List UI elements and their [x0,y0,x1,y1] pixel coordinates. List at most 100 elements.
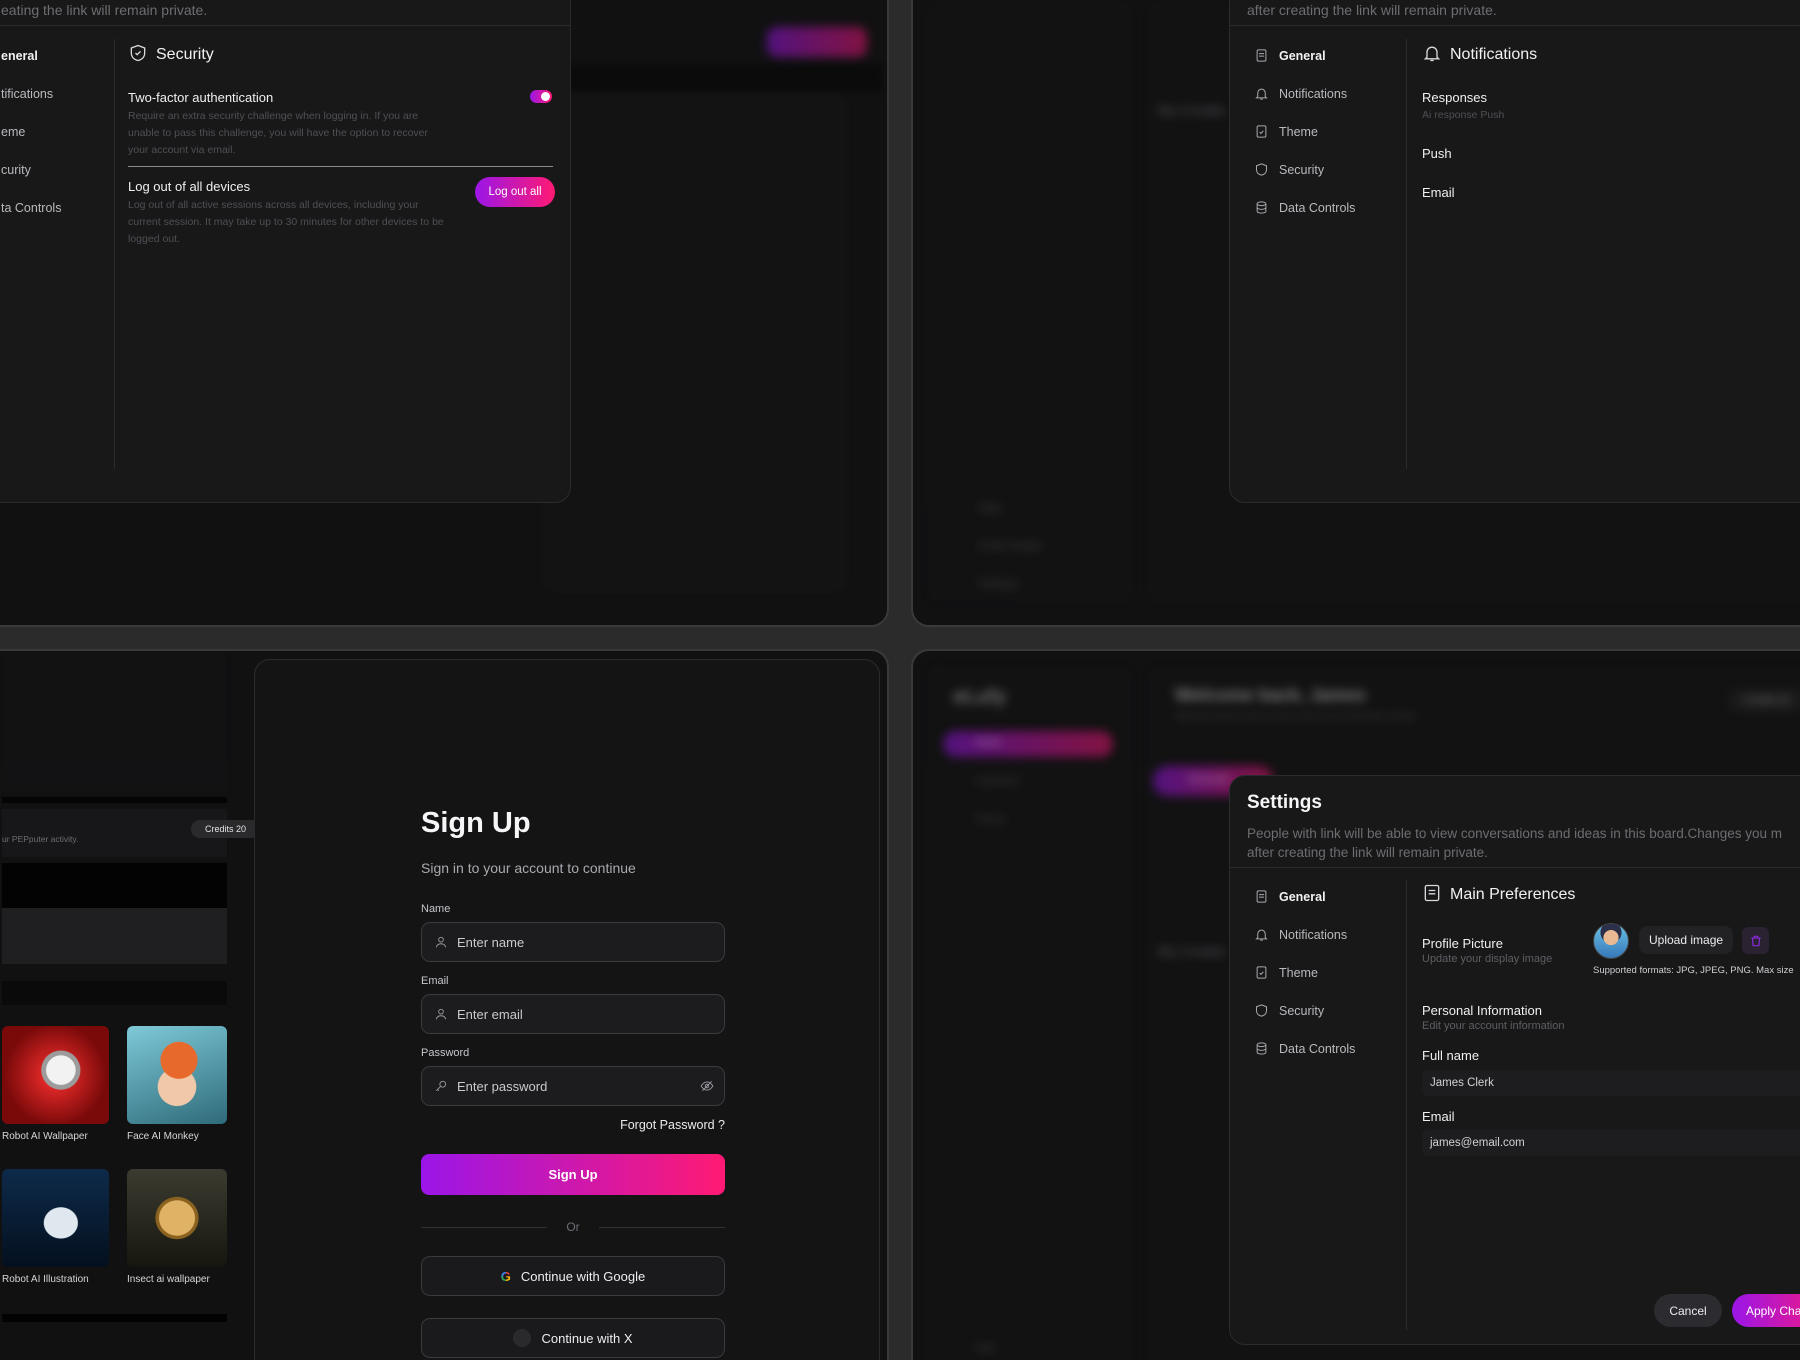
email-label: Email [1422,1109,1455,1124]
name-placeholder: Enter name [457,934,525,950]
theme-icon [1256,966,1267,979]
bell-icon [1423,46,1441,62]
or-divider-text: Or [566,1220,580,1234]
email-label: Email [1422,185,1455,200]
cancel-button[interactable]: Cancel [1654,1294,1722,1327]
upload-image-button[interactable]: Upload image [1639,926,1734,954]
logout-label: Log out of all devices [128,179,251,194]
notifications-header-text: after creating the link will remain priv… [1247,2,1497,18]
sidebar-item-notifications[interactable]: Notifications [1254,927,1347,942]
sidebar-item-general[interactable]: General [1254,889,1326,904]
shield-icon [1256,1004,1267,1017]
responses-desc: Ai response Push [1422,109,1505,121]
thumb-caption: Face AI Monkey [127,1131,199,1142]
name-input[interactable]: Enter name [421,922,725,962]
bg-welcome-sub: Welcome back! Here's a quick look at you… [1175,711,1416,721]
settings-description: People with link will be able to view co… [1247,826,1783,860]
logout-all-button[interactable]: Log out all [475,177,555,207]
eye-off-icon[interactable] [700,1079,714,1093]
sidebar-item-theme[interactable]: Theme [1254,965,1318,980]
avatar [1593,923,1629,959]
password-placeholder: Enter password [457,1078,548,1094]
bg-welcome: Welcome back, James [1175,685,1366,705]
thumb-caption: Insect ai wallpaper [127,1274,210,1285]
two-factor-label: Two-factor authentication [128,90,274,105]
divider [128,166,553,167]
sidebar-item-label: Data Controls [1279,1041,1356,1056]
sidebar-item-security[interactable]: curity [1,163,31,177]
sidebar-item-general[interactable]: eneral [1,49,38,63]
brand-name: eLufy [953,686,1007,708]
divider [599,1227,725,1228]
sidebar-item-notifications[interactable]: Notifications [1254,86,1347,101]
bg-stars [2,651,227,791]
continue-google-button[interactable]: G Continue with Google [421,1256,725,1296]
name-label: Name [421,903,451,915]
sidebar-item-label: Theme [1279,965,1318,980]
sidebar-item-label: General [1279,889,1326,904]
email-input[interactable]: Enter email [421,994,725,1034]
thumb-face-monkey[interactable] [127,1026,227,1124]
sidebar-item-label: Notifications [1279,927,1348,942]
bg-dark-bar [2,981,227,1005]
full-name-field[interactable]: James Clerk [1422,1070,1800,1096]
bg-nav-inspiration: Inspiration [975,776,1022,787]
signup-button[interactable]: Sign Up [421,1154,725,1195]
sidebar-item-security[interactable]: Security [1254,162,1324,177]
credits-badge[interactable]: Credits 20 [191,820,261,838]
divider [0,25,570,26]
thumb-caption: Robot AI Wallpaper [2,1131,88,1142]
sidebar-item-data-controls[interactable]: Data Controls [1254,200,1355,215]
canvas: eating the link will remain private. ene… [0,0,1800,1360]
x-label: Continue with X [541,1330,633,1346]
sidebar-item-data-controls[interactable]: ta Controls [1,201,61,215]
two-factor-desc: Require an extra security challenge when… [128,110,429,156]
bg-activity-text: ur PEPputer activity. [2,834,79,844]
bg-bar [532,64,882,92]
x-icon [513,1329,532,1347]
bell-icon [1255,88,1268,100]
divider [1230,867,1800,868]
bg-tab-generate-label: Generate [1188,774,1230,785]
email-placeholder: Enter email [457,1006,523,1022]
sidebar-item-theme[interactable]: Theme [1254,124,1318,139]
two-factor-toggle[interactable] [530,90,552,103]
email-field[interactable]: james@email.com [1422,1130,1800,1156]
password-input[interactable]: Enter password [421,1066,725,1106]
shield-icon [1256,163,1267,176]
notifications-title: Notifications [1422,43,1537,64]
thumb-robot-wallpaper[interactable] [2,1026,109,1124]
bg-generate-button [767,27,867,57]
document-icon [1256,49,1267,62]
google-icon: G [500,1268,511,1284]
push-label: Push [1422,146,1452,161]
document-icon [1256,890,1267,903]
sidebar-item-theme[interactable]: eme [1,125,25,139]
sidebar-item-general[interactable]: General [1254,48,1326,63]
toggle-knob [541,92,550,101]
bg-sidebar [927,665,1132,1360]
bg-nav-history: History [975,814,1007,825]
divider [1406,880,1407,1330]
divider [1230,25,1800,26]
thumb-insect[interactable] [127,1169,227,1267]
brand-logo: eLufy [953,686,1006,709]
thumb-robot-illustration[interactable] [2,1169,109,1267]
sidebar-item-notifications[interactable]: tifications [1,87,53,101]
bg-help: Help [975,1343,996,1354]
sidebar-item-security[interactable]: Security [1254,1003,1324,1018]
security-title: Security [128,43,214,64]
bg-invite: Invite People [978,540,1042,552]
divider [421,1227,547,1228]
full-name-value: James Clerk [1430,1077,1494,1089]
bg-black-bar [2,863,227,909]
sidebar-item-data-controls[interactable]: Data Controls [1254,1041,1355,1056]
notifications-modal: after creating the link will remain priv… [1229,0,1800,503]
continue-x-button[interactable]: Continue with X [421,1318,725,1358]
settings-modal: Settings People with link will be able t… [1229,775,1800,1345]
forgot-password-link[interactable]: Forgot Password ? [615,1118,725,1132]
bell-icon [1255,929,1268,941]
delete-avatar-button[interactable] [1742,927,1769,954]
apply-changes-button[interactable]: Apply Cha [1732,1294,1800,1327]
apply-changes-label: Apply Cha [1746,1303,1800,1318]
